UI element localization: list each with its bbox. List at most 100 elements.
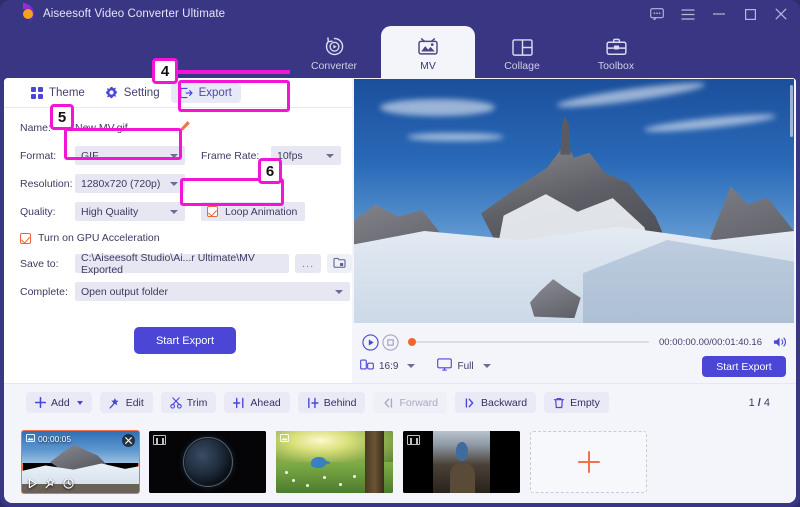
plus-icon xyxy=(577,451,600,473)
chevron-down-icon xyxy=(170,181,178,186)
save-to-path[interactable]: C:\Aiseesoft Studio\Ai...r Ultimate\MV E… xyxy=(75,252,290,276)
thumbnail-item[interactable]: 00:00:05 xyxy=(21,430,140,494)
close-icon[interactable] xyxy=(774,7,788,21)
behind-button[interactable]: Behind xyxy=(297,392,366,413)
aspect-ratio-icon xyxy=(360,358,374,374)
trash-icon xyxy=(553,397,565,409)
maximize-icon[interactable] xyxy=(743,7,757,21)
folder-icon xyxy=(333,255,346,273)
resolution-value: 1280x720 (720p) xyxy=(81,177,161,190)
subtab-export-label: Export xyxy=(198,86,232,99)
preview-options: 16:9 Full Start Export xyxy=(360,354,790,378)
thumbnail-close-button[interactable] xyxy=(122,434,135,447)
tab-collage-label: Collage xyxy=(504,59,540,72)
scissors-icon xyxy=(170,396,182,409)
aspect-ratio-value: 16:9 xyxy=(379,360,399,372)
complete-action-dropdown[interactable]: Open output folder xyxy=(75,282,350,301)
converter-icon xyxy=(324,35,345,57)
thumbnail-item[interactable] xyxy=(149,431,266,493)
gpu-acceleration-label: Turn on GPU Acceleration xyxy=(38,232,160,244)
gear-icon xyxy=(105,86,118,99)
page-separator: / xyxy=(757,396,761,409)
video-preview[interactable] xyxy=(354,79,794,323)
thumbnail-item[interactable] xyxy=(276,431,393,493)
screen-mode-selector[interactable]: Full xyxy=(437,358,491,374)
film-icon xyxy=(407,435,420,445)
tab-toolbox-label: Toolbox xyxy=(597,59,635,72)
tab-mv-label: MV xyxy=(420,59,436,72)
name-input[interactable]: New MV.gif xyxy=(75,118,175,137)
browse-button[interactable]: ... xyxy=(295,254,321,273)
format-dropdown[interactable]: GIF xyxy=(75,146,185,165)
chevron-down-icon xyxy=(170,153,178,158)
thumbnail-image xyxy=(403,431,520,493)
stop-icon[interactable] xyxy=(380,332,400,352)
behind-label: Behind xyxy=(323,396,357,409)
move-forward-icon xyxy=(382,397,394,409)
gpu-acceleration-checkbox[interactable]: Turn on GPU Acceleration xyxy=(4,227,352,249)
add-button[interactable]: Add xyxy=(26,392,92,413)
plus-icon xyxy=(35,397,46,408)
quality-dropdown[interactable]: High Quality xyxy=(75,202,185,221)
resolution-dropdown[interactable]: 1280x720 (720p) xyxy=(75,174,185,193)
edit-button[interactable]: Edit xyxy=(99,392,153,413)
forward-label: Forward xyxy=(399,396,438,409)
tab-toolbox[interactable]: Toolbox xyxy=(569,26,663,80)
forward-button: Forward xyxy=(373,392,447,413)
seek-handle[interactable] xyxy=(408,338,416,346)
toolbox-icon xyxy=(605,35,627,57)
start-export-button-preview[interactable]: Start Export xyxy=(702,356,786,377)
play-icon[interactable] xyxy=(360,332,380,352)
save-to-label: Save to: xyxy=(20,257,59,270)
volume-icon[interactable] xyxy=(770,332,790,352)
complete-label: Complete: xyxy=(20,285,68,298)
thumbnail-duration: 00:00:05 xyxy=(38,434,72,444)
open-folder-button[interactable] xyxy=(326,254,352,273)
ahead-button[interactable]: Ahead xyxy=(224,392,290,413)
subtab-theme[interactable]: Theme xyxy=(22,83,94,103)
add-media-button[interactable] xyxy=(530,431,647,493)
chevron-down-icon xyxy=(170,209,178,214)
start-export-button-panel[interactable]: Start Export xyxy=(134,327,236,354)
quality-label: Quality: xyxy=(20,205,56,218)
format-label: Format: xyxy=(20,149,57,162)
tab-converter-label: Converter xyxy=(310,59,358,72)
annotation-badge-4: 4 xyxy=(152,58,178,84)
edit-pencil-icon[interactable] xyxy=(179,119,191,137)
thumbnail-type-badge xyxy=(280,434,289,444)
aspect-ratio-selector[interactable]: 16:9 xyxy=(360,358,416,374)
subtab-setting[interactable]: Setting xyxy=(96,82,169,103)
add-label: Add xyxy=(51,396,70,409)
subtab-export[interactable]: Export xyxy=(170,82,241,103)
feedback-icon[interactable] xyxy=(650,7,664,21)
app-title: Aiseesoft Video Converter Ultimate xyxy=(43,8,226,20)
tab-converter[interactable]: Converter xyxy=(287,26,381,80)
annotation-badge-5: 5 xyxy=(50,104,74,130)
screen-mode-value: Full xyxy=(457,360,474,372)
backward-button[interactable]: Backward xyxy=(454,392,537,413)
tab-mv[interactable]: MV xyxy=(381,26,475,80)
page-total: 4 xyxy=(763,396,770,409)
tab-collage[interactable]: Collage xyxy=(475,26,569,80)
chevron-down-icon xyxy=(482,364,491,368)
resolution-row: Resolution: 1280x720 (720p) xyxy=(4,171,352,196)
trim-button[interactable]: Trim xyxy=(160,392,217,413)
magic-wand-icon xyxy=(109,397,121,409)
trim-label: Trim xyxy=(186,396,208,409)
preview-panel: 00:00:00.00/00:01:40.16 16:9 Full Start … xyxy=(352,78,796,383)
loop-animation-checkbox[interactable]: Loop Animation xyxy=(201,202,306,221)
edit-label: Edit xyxy=(125,396,144,409)
thumbnail-image xyxy=(276,431,393,493)
play-icon[interactable] xyxy=(27,478,38,489)
minimize-icon[interactable] xyxy=(712,7,726,21)
thumbnail-item[interactable] xyxy=(403,431,520,493)
empty-button[interactable]: Empty xyxy=(544,392,609,413)
backward-label: Backward xyxy=(480,396,528,409)
preview-scrollbar[interactable] xyxy=(790,85,793,137)
save-to-row: Save to: C:\Aiseesoft Studio\Ai...r Ulti… xyxy=(4,251,352,276)
chevron-down-icon xyxy=(76,400,83,405)
clock-icon[interactable] xyxy=(63,478,74,489)
menu-icon[interactable] xyxy=(681,7,695,21)
magic-wand-icon[interactable] xyxy=(45,478,56,489)
seek-slider[interactable] xyxy=(408,332,649,352)
